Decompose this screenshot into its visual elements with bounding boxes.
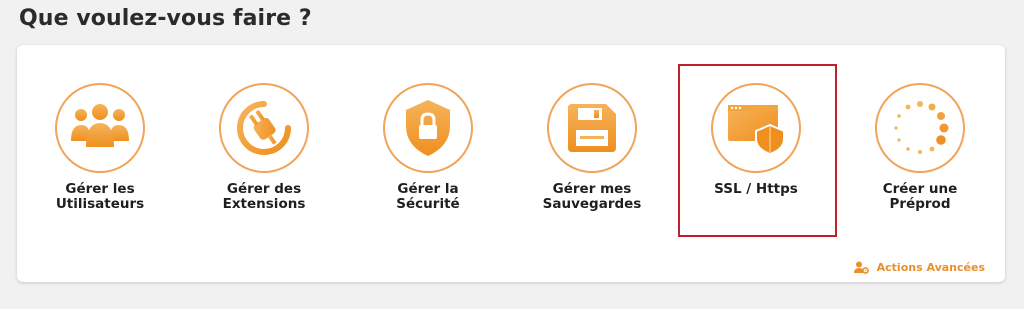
floppy-icon-circle	[547, 83, 637, 173]
create-preprod-label: Créer une Préprod	[882, 181, 958, 212]
advanced-actions-label: Actions Avancées	[876, 261, 985, 274]
manage-extensions-button[interactable]: Gérer des Extensions	[182, 83, 346, 233]
manage-users-button[interactable]: Gérer les Utilisateurs	[18, 83, 182, 233]
manage-extensions-label: Gérer des Extensions	[222, 181, 306, 212]
manage-users-label: Gérer les Utilisateurs	[55, 181, 145, 212]
shield-lock-icon	[406, 100, 450, 156]
user-gear-icon	[853, 261, 869, 274]
advanced-actions-link[interactable]: Actions Avancées	[853, 261, 985, 274]
manage-security-button[interactable]: Gérer la Sécurité	[346, 83, 510, 233]
create-preprod-button[interactable]: Créer une Préprod	[838, 83, 1002, 233]
plug-icon	[237, 101, 291, 155]
users-icon	[71, 104, 129, 147]
manage-security-label: Gérer la Sécurité	[396, 181, 460, 212]
actions-card: Gérer les Utilisateurs Gérer des Extensi…	[17, 45, 1005, 282]
manage-backups-button[interactable]: Gérer mes Sauvegardes	[510, 83, 674, 233]
floppy-disk-icon	[568, 104, 616, 152]
plug-icon-circle	[219, 83, 309, 173]
users-icon-circle	[55, 83, 145, 173]
loading-dots-icon	[894, 101, 949, 154]
manage-backups-label: Gérer mes Sauvegardes	[542, 181, 642, 212]
loading-icon-circle	[875, 83, 965, 173]
shield-icon-circle	[383, 83, 473, 173]
page-title: Que voulez-vous faire ?	[19, 6, 312, 31]
selection-highlight	[678, 64, 837, 237]
